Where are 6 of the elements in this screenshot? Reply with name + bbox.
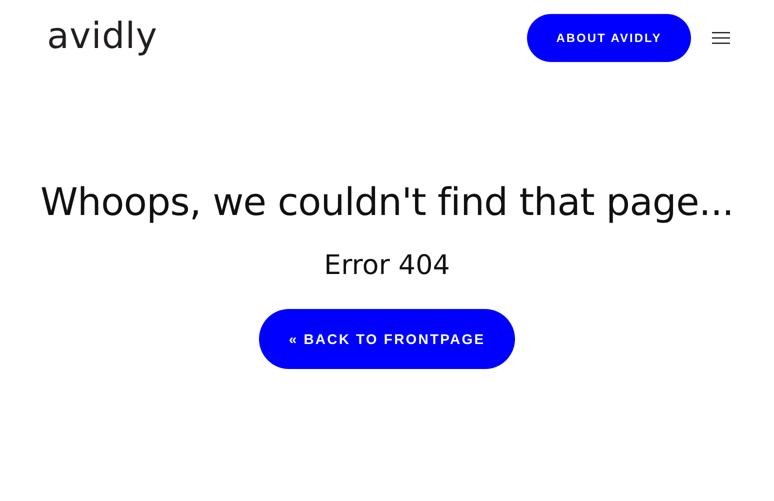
menu-icon[interactable]	[712, 32, 730, 44]
back-button[interactable]: « BACK TO FRONTPAGE	[259, 309, 515, 369]
page-heading: Whoops, we couldn't find that page...	[40, 180, 734, 224]
about-button[interactable]: ABOUT AVIDLY	[527, 14, 691, 62]
error-code: Error 404	[324, 250, 450, 281]
logo[interactable]: avidly	[47, 16, 158, 56]
